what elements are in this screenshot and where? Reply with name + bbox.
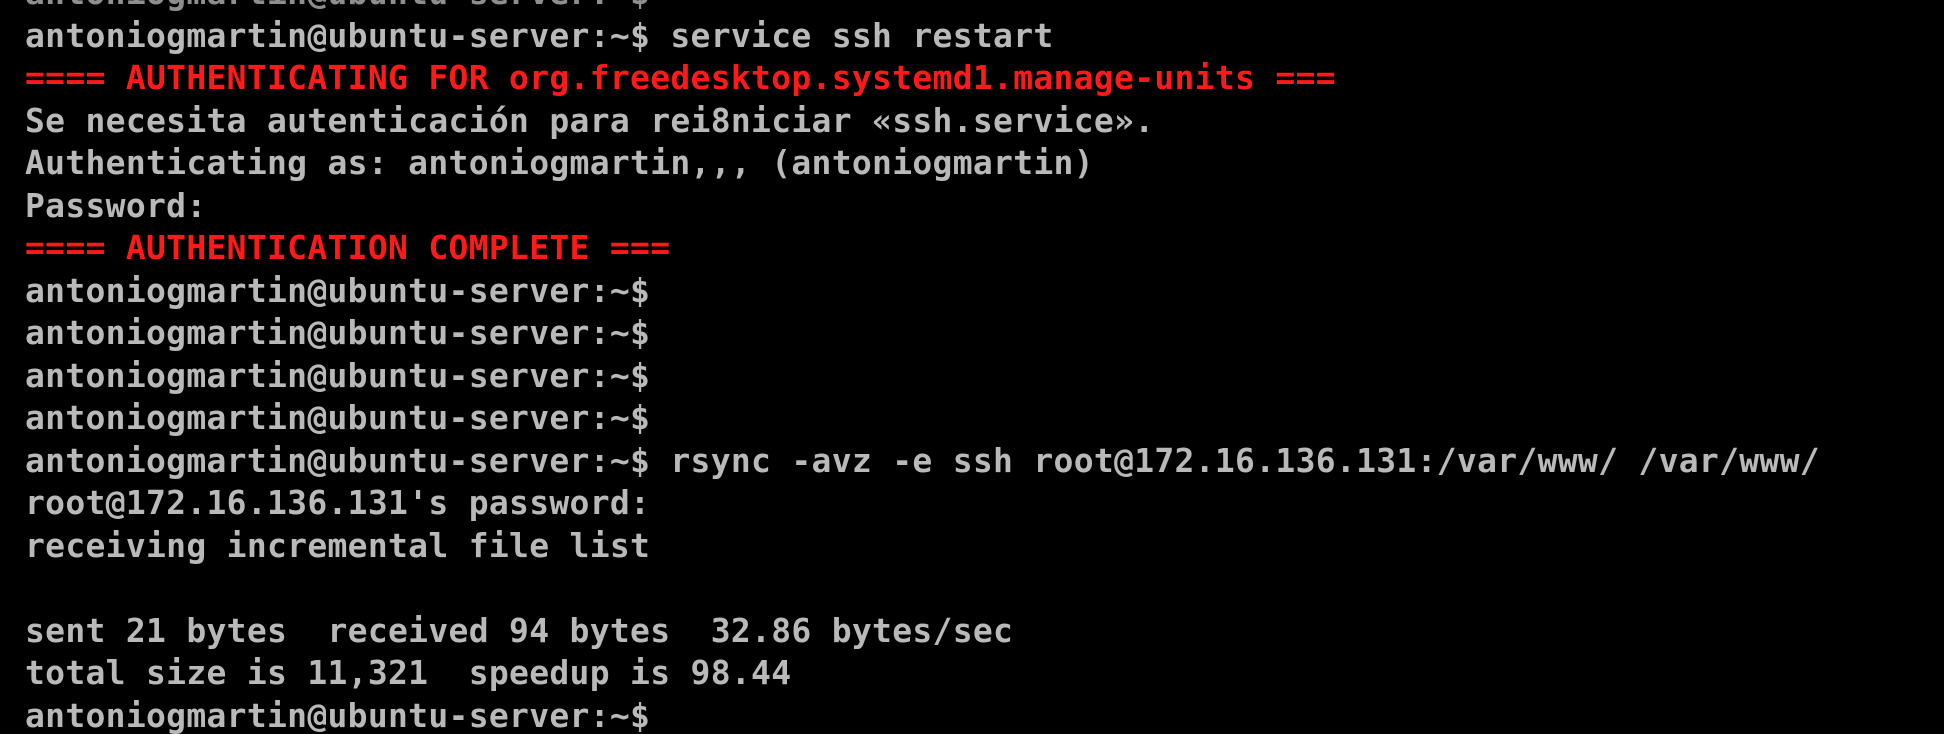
terminal-line-clipped: antoniogmartin@ubuntu-server:~$ xyxy=(25,0,1940,15)
terminal-command-line: antoniogmartin@ubuntu-server:~$ service … xyxy=(25,15,1054,55)
terminal-output-line: Authenticating as: antoniogmartin,,, (an… xyxy=(25,143,1094,182)
terminal-output-line: sent 21 bytes received 94 bytes 32.86 by… xyxy=(25,610,1014,650)
password-prompt: Password: xyxy=(25,185,207,225)
password-prompt: root@172.16.136.131's password: xyxy=(25,483,651,522)
shell-prompt: antoniogmartin@ubuntu-server:~$ xyxy=(25,270,651,310)
auth-banner-complete: ==== AUTHENTICATION COMPLETE === xyxy=(25,228,671,267)
active-shell-prompt[interactable]: antoniogmartin@ubuntu-server:~$ xyxy=(25,695,1940,734)
terminal-command-line: antoniogmartin@ubuntu-server:~$ rsync -a… xyxy=(25,440,1820,480)
terminal-output: antoniogmartin@ubuntu-server:~$ antoniog… xyxy=(25,0,1940,734)
shell-prompt: antoniogmartin@ubuntu-server:~$ xyxy=(25,355,651,395)
shell-prompt: antoniogmartin@ubuntu-server:~$ xyxy=(25,313,651,352)
shell-prompt: antoniogmartin@ubuntu-server:~$ xyxy=(25,398,651,437)
terminal-output-line: Se necesita autenticación para rei8nicia… xyxy=(25,100,1155,140)
terminal-output-line: total size is 11,321 speedup is 98.44 xyxy=(25,653,792,692)
terminal-window[interactable]: antoniogmartin@ubuntu-server:~$ antoniog… xyxy=(0,0,1944,734)
auth-banner-start: ==== AUTHENTICATING FOR org.freedesktop.… xyxy=(25,58,1336,97)
terminal-output-line: receiving incremental file list xyxy=(25,525,651,565)
